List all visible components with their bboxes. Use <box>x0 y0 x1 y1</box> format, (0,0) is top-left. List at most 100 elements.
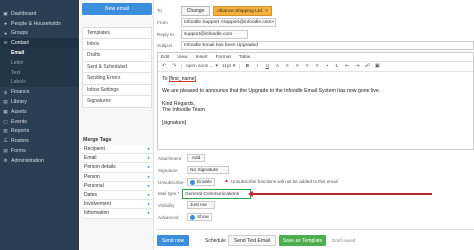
menu-item-inbox-settings[interactable]: Inbox Settings <box>82 84 152 96</box>
unsubscribe-toggle[interactable]: Enable <box>187 178 215 186</box>
reply-to-field[interactable]: support@infoodle.com <box>181 30 248 39</box>
email-editor[interactable]: Edit View Insert Format Table ↶ ↷ open s… <box>157 52 474 150</box>
editor-content[interactable]: To [first_name] We are pleased to announ… <box>158 72 473 136</box>
nav-item-people[interactable]: ● People & Households <box>0 19 79 29</box>
menu-view[interactable]: View <box>177 55 187 60</box>
font-family-select[interactable]: open sans ... ▾ <box>186 64 218 69</box>
subject-label: Subject <box>157 43 173 48</box>
save-as-template-button[interactable]: Save as Template <box>279 235 326 246</box>
justify-icon[interactable]: ≡ <box>314 64 320 69</box>
font-size-select[interactable]: 11pt ▾ <box>222 64 235 69</box>
nav-item-groups[interactable]: ● Groups <box>0 29 79 39</box>
advanced-label: Advanced <box>158 215 179 220</box>
numbered-list-icon[interactable]: 1. <box>334 64 340 69</box>
nav-item-contact[interactable]: ✉ Contact <box>0 38 79 49</box>
merge-item[interactable]: Information ▸ <box>82 209 152 219</box>
subject-field[interactable]: Infoodle Email has been Upgraded <box>181 41 474 50</box>
email-sidebar: New email Templates Inbox Drafts Sent & … <box>80 0 154 250</box>
merge-item-label: Information <box>84 210 110 217</box>
reports-icon: ▥ <box>3 128 8 134</box>
sign-team-line: The Infoodle Team <box>162 107 205 114</box>
draft-status: Draft saved <box>332 238 356 243</box>
visibility-select[interactable]: Just me <box>187 201 215 209</box>
greeting-prefix: To <box>162 76 169 82</box>
merge-item[interactable]: Recipient ▸ <box>82 145 152 155</box>
menu-item-templates[interactable]: Templates <box>82 27 152 39</box>
menu-item-signatures[interactable]: Signatures <box>82 96 152 108</box>
outdent-icon[interactable]: ⇤ <box>344 64 350 69</box>
text-color-icon[interactable]: A <box>274 64 280 69</box>
nav-item-rosters[interactable]: ☰ Rosters <box>0 136 79 146</box>
advanced-toggle[interactable]: Show <box>187 213 212 221</box>
nav-item-label: Forms <box>11 148 26 155</box>
calendar-icon: ▢ <box>3 118 8 124</box>
new-email-button[interactable]: New email <box>82 3 152 15</box>
merge-item-label: Personal <box>84 182 104 189</box>
align-center-icon[interactable]: ≡ <box>294 64 300 69</box>
menu-item-errors[interactable]: Sending Errors <box>82 73 152 85</box>
merge-item[interactable]: Dates ▸ <box>82 190 152 201</box>
link-icon[interactable]: ☍ <box>364 64 370 69</box>
indent-icon[interactable]: ⇥ <box>354 64 360 69</box>
nav-item-assets[interactable]: ▦ Assets <box>0 107 79 117</box>
menu-insert[interactable]: Insert <box>196 55 208 60</box>
menu-edit[interactable]: Edit <box>161 55 169 60</box>
nav-sub-text[interactable]: Text <box>0 67 79 78</box>
signature-token: [signature] <box>162 119 187 126</box>
merge-token-first-name: [first_name] <box>168 76 197 82</box>
menu-item-inbox[interactable]: Inbox <box>82 38 152 50</box>
merge-item[interactable]: Involvement ▸ <box>82 200 152 210</box>
menu-format[interactable]: Format <box>216 55 231 60</box>
nav-item-events[interactable]: ▢ Events <box>0 117 79 127</box>
bold-icon[interactable]: B <box>244 64 250 69</box>
nav-sub-letter[interactable]: Letter <box>0 57 79 68</box>
nav-item-administration[interactable]: ⚙ Administration <box>0 156 79 166</box>
nav-item-label: Library <box>11 99 27 106</box>
close-icon[interactable]: × <box>265 9 268 14</box>
dollar-icon: $ <box>4 89 7 95</box>
visibility-label: Visibility <box>158 203 175 208</box>
recipient-tag[interactable]: Alliance Shipping Ltd. × <box>213 6 272 16</box>
change-recipients-button[interactable]: Change <box>181 6 210 16</box>
attachment-label: Attachment <box>158 156 182 161</box>
send-now-button[interactable]: Send now <box>157 235 189 246</box>
nav-item-reports[interactable]: ▥ Reports <box>0 127 79 137</box>
italic-icon[interactable]: I <box>254 64 260 69</box>
nav-item-label: Assets <box>11 108 27 115</box>
nav-sub-labels[interactable]: Labels <box>0 77 79 88</box>
add-attachment-button[interactable]: Add <box>187 154 205 162</box>
nav-sub-email[interactable]: Email <box>0 48 79 58</box>
send-test-email-button[interactable]: Send Test Email <box>228 235 276 246</box>
align-right-icon[interactable]: ≡ <box>304 64 310 69</box>
people-icon: ● <box>4 21 7 27</box>
nav-item-forms[interactable]: ▤ Forms <box>0 146 79 156</box>
nav-item-label: Groups <box>11 30 29 37</box>
menu-item-drafts[interactable]: Drafts <box>82 50 152 62</box>
from-field[interactable]: Infoodle Support <support@infoodle.com> <box>181 18 276 27</box>
nav-item-dashboard[interactable]: ▣ Dashboard <box>0 9 79 19</box>
left-nav: ▣ Dashboard ● People & Households ● Groups … <box>0 0 79 250</box>
mail-type-select[interactable]: General Communications <box>182 189 251 199</box>
gear-icon: ⚙ <box>3 157 8 163</box>
menu-table[interactable]: Table <box>239 55 250 60</box>
signature-select[interactable]: No Signature <box>187 166 229 174</box>
merge-item[interactable]: Email ▸ <box>82 154 152 164</box>
nav-item-finance[interactable]: $ Finance <box>0 87 79 97</box>
assets-icon: ▦ <box>3 108 8 114</box>
nav-item-library[interactable]: ▤ Library <box>0 97 79 107</box>
bullet-list-icon[interactable]: • <box>324 64 330 69</box>
menu-item-sent[interactable]: Sent & Scheduled <box>82 61 152 73</box>
merge-item-label: Dates <box>84 192 98 199</box>
merge-item[interactable]: Personal ▸ <box>82 181 152 191</box>
merge-item[interactable]: Person ▸ <box>82 172 152 182</box>
align-left-icon[interactable]: ≡ <box>284 64 290 69</box>
redo-icon[interactable]: ↷ <box>171 64 177 69</box>
image-icon[interactable]: ▣ <box>374 64 380 69</box>
undo-icon[interactable]: ↶ <box>161 64 167 69</box>
mail-type-label: Mail type * <box>158 191 180 196</box>
font-family-value: open sans ... <box>186 64 214 69</box>
annotation-arrow <box>251 193 432 195</box>
caret-right-icon: ▸ <box>147 201 150 207</box>
underline-icon[interactable]: U <box>264 64 270 69</box>
merge-item[interactable]: Person details ▸ <box>82 163 152 173</box>
